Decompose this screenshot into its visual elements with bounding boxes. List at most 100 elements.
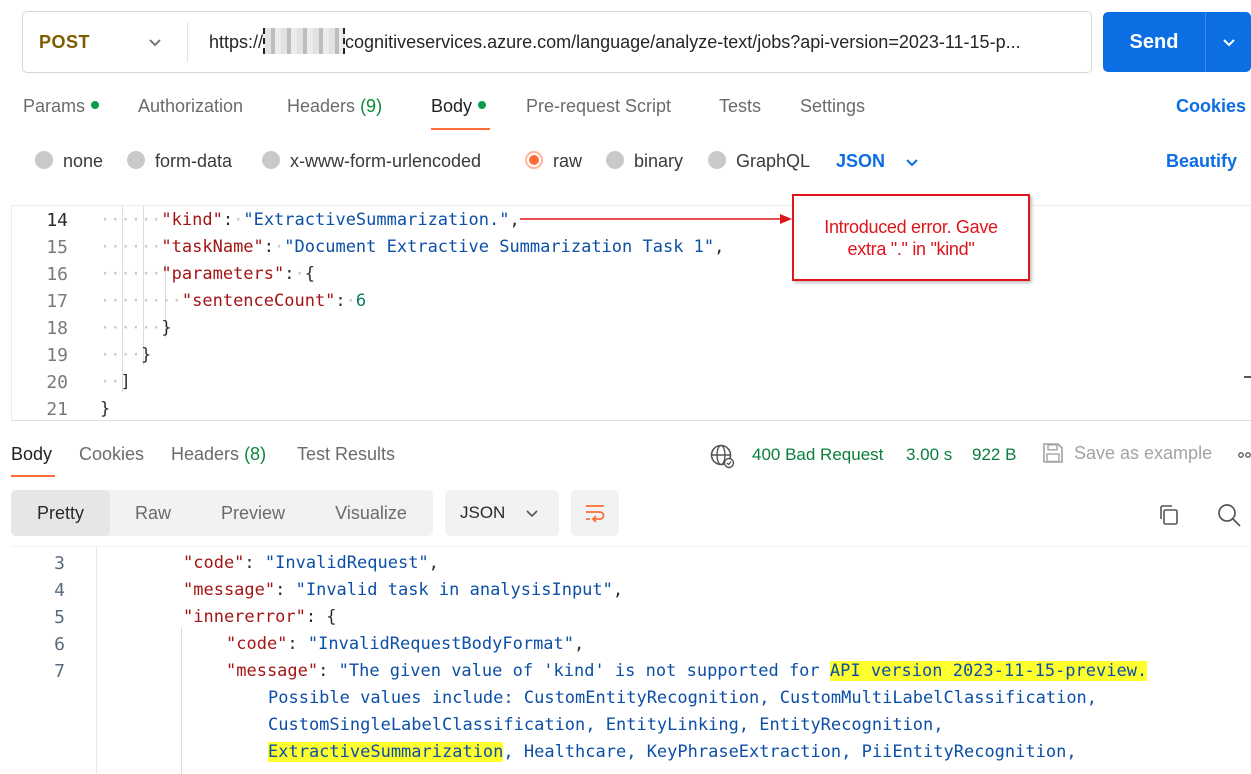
headers-count: (9) <box>360 96 383 116</box>
tab-label: Params <box>23 96 86 116</box>
json-key: "message" <box>226 661 319 681</box>
tab-tests[interactable]: Tests <box>719 96 761 117</box>
tab-params[interactable]: Params <box>23 96 100 117</box>
active-tab-indicator <box>11 475 55 477</box>
json-key: "code" <box>183 553 245 573</box>
chevron-down-icon[interactable] <box>902 152 922 172</box>
radio-none[interactable]: none <box>35 151 103 172</box>
annotation-line: Introduced error. Gave <box>824 217 998 237</box>
line-number: 17 <box>46 291 68 312</box>
view-raw-button[interactable]: Raw <box>118 490 188 536</box>
wrap-lines-icon <box>586 505 605 523</box>
url-input[interactable]: https:// cognitiveservices.azure.com/lang… <box>209 12 1089 72</box>
json-string: , Healthcare, KeyPhraseExtraction, PiiEn… <box>503 742 1077 762</box>
request-body-editor[interactable]: 14 15 16 17 18 19 20 21 ······"kind":·"E… <box>11 205 1251 421</box>
code-line: "code": "InvalidRequestBodyFormat", <box>226 634 585 654</box>
radio-label: none <box>63 151 104 171</box>
radio-graphql[interactable]: GraphQL <box>708 151 810 172</box>
line-number: 7 <box>54 661 65 682</box>
line-number: 5 <box>54 607 65 628</box>
send-button-group: Send <box>1103 12 1251 72</box>
beautify-button[interactable]: Beautify <box>1166 151 1237 172</box>
line-number: 14 <box>46 210 68 231</box>
code-line: "message": "Invalid task in analysisInpu… <box>183 580 624 600</box>
response-size[interactable]: 922 B <box>972 445 1016 465</box>
chevron-down-icon[interactable] <box>145 32 165 52</box>
format-label: JSON <box>460 503 506 522</box>
radio-form-data[interactable]: form-data <box>127 151 232 172</box>
radio-label: x-www-form-urlencoded <box>290 151 482 171</box>
response-tab-body[interactable]: Body <box>11 444 52 465</box>
code-line-wrap: Possible values include: CustomEntityRec… <box>268 688 1098 708</box>
radio-circle <box>262 151 280 170</box>
json-string: "InvalidRequest" <box>264 553 429 573</box>
annotation-callout: Introduced error. Gave extra "." in "kind… <box>792 194 1030 281</box>
code-line: ······"kind":·"ExtractiveSummarization."… <box>100 210 520 230</box>
response-time[interactable]: 3.00 s <box>906 445 952 465</box>
line-number: 19 <box>46 345 68 366</box>
copy-icon[interactable] <box>1157 503 1181 527</box>
more-icon[interactable] <box>1238 450 1251 460</box>
tab-headers[interactable]: Headers (9) <box>287 96 382 117</box>
save-as-example-button[interactable]: Save as example <box>1074 443 1212 464</box>
tab-label: Headers <box>171 444 240 464</box>
view-pretty-button[interactable]: Pretty <box>11 490 110 536</box>
json-key: "innererror" <box>183 607 306 627</box>
view-visualize-button[interactable]: Visualize <box>321 490 421 536</box>
search-icon[interactable] <box>1216 502 1242 528</box>
gutter-divider <box>96 547 97 774</box>
status-code[interactable]: 400 Bad Request <box>752 445 883 465</box>
url-bar: POST https:// cognitiveservices.azure.com… <box>22 11 1092 73</box>
response-format-dropdown[interactable]: JSON <box>445 490 559 536</box>
code-line-wrap: ExtractiveSummarization, Healthcare, Key… <box>268 742 1077 762</box>
language-dropdown[interactable]: JSON <box>836 151 885 172</box>
response-tab-cookies[interactable]: Cookies <box>79 444 144 465</box>
floppy-disk-icon[interactable] <box>1042 442 1064 464</box>
line-number: 16 <box>46 264 68 285</box>
response-body-viewer[interactable]: 3 4 5 6 7 "code": "InvalidRequest", "mes… <box>11 546 1251 774</box>
radio-binary[interactable]: binary <box>606 151 683 172</box>
radio-raw[interactable]: raw <box>525 151 582 172</box>
json-string: "Document Extractive Summarization Task … <box>284 237 715 257</box>
tab-label: Body <box>431 96 473 116</box>
radio-urlencoded[interactable]: x-www-form-urlencoded <box>262 151 481 172</box>
line-number: 4 <box>54 580 65 601</box>
status-dot <box>91 101 100 110</box>
code-line: "innererror": { <box>183 607 337 627</box>
send-button[interactable]: Send <box>1103 12 1205 72</box>
tab-prerequest-script[interactable]: Pre-request Script <box>526 96 671 117</box>
chevron-down-icon[interactable] <box>1219 32 1239 52</box>
line-number: 15 <box>46 237 68 258</box>
line-number: 21 <box>46 399 68 420</box>
response-view-switcher: Pretty Raw Preview Visualize <box>11 490 433 536</box>
json-key: "kind" <box>161 210 223 230</box>
radio-label: form-data <box>155 151 233 171</box>
radio-label: binary <box>634 151 684 171</box>
view-preview-button[interactable]: Preview <box>203 490 303 536</box>
code-line: ··] <box>100 372 131 392</box>
code-line: "code": "InvalidRequest", <box>183 553 439 573</box>
headers-count: (8) <box>244 444 267 464</box>
highlighted-text: ExtractiveSummarization <box>268 742 504 762</box>
response-tab-test-results[interactable]: Test Results <box>297 444 395 465</box>
scrollbar-marker <box>1244 376 1251 378</box>
json-key: "parameters" <box>161 264 285 284</box>
annotation-text: Introduced error. Gave extra "." in "kind… <box>794 216 1028 260</box>
cookies-link[interactable]: Cookies <box>1176 96 1246 117</box>
wrap-lines-button[interactable] <box>571 490 619 536</box>
json-number: 6 <box>355 291 367 311</box>
json-key: "sentenceCount" <box>181 291 336 311</box>
line-number: 3 <box>54 553 65 574</box>
url-divider <box>187 22 188 62</box>
code-line: ····} <box>100 345 152 365</box>
json-key: "message" <box>183 580 276 600</box>
tab-authorization[interactable]: Authorization <box>138 96 243 117</box>
tab-body[interactable]: Body <box>431 96 487 117</box>
response-tab-headers[interactable]: Headers (8) <box>171 444 266 465</box>
globe-icon[interactable] <box>709 443 735 469</box>
chevron-down-icon <box>526 510 538 518</box>
tab-settings[interactable]: Settings <box>800 96 865 117</box>
method-selector[interactable]: POST <box>39 12 90 72</box>
line-number: 18 <box>46 318 68 339</box>
radio-circle-selected <box>525 151 543 170</box>
